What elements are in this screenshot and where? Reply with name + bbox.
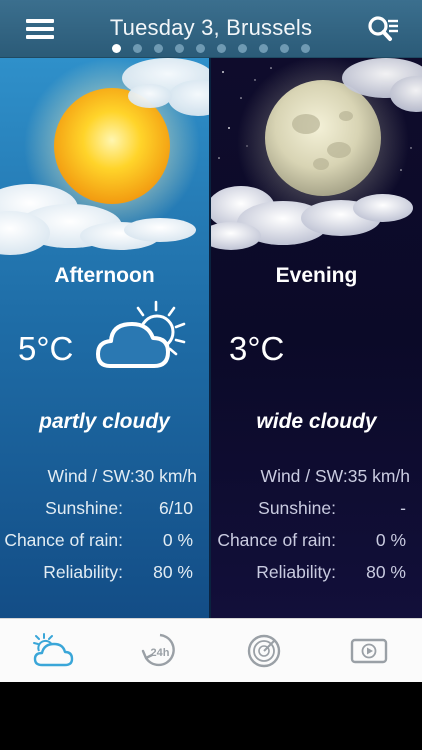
location-date-title: Tuesday 3, Brussels	[109, 15, 313, 40]
wind-text: Wind / SW:35 km/h	[260, 466, 410, 486]
tab-weather[interactable]	[30, 631, 76, 673]
24h-forecast-icon: 24h	[141, 633, 175, 667]
rain-label: Chance of rain:	[4, 530, 123, 550]
condition-text: partly cloudy	[39, 410, 170, 433]
hamburger-line	[26, 27, 54, 31]
menu-button[interactable]	[26, 17, 58, 41]
condition-text: wide cloudy	[256, 410, 377, 433]
page-dot[interactable]	[280, 44, 289, 53]
reliability-value: 80 %	[366, 562, 406, 582]
tab-radar[interactable]	[241, 631, 287, 673]
details-list: Wind / SW:35 km/h Sunshine: - Chance of …	[211, 466, 422, 594]
period-label: Afternoon	[54, 264, 155, 287]
page-dot[interactable]	[217, 44, 226, 53]
page-dot[interactable]	[133, 44, 142, 53]
sunshine-label: Sunshine:	[45, 498, 123, 518]
page-dot[interactable]	[196, 44, 205, 53]
period-label: Evening	[275, 264, 358, 287]
tab-24h-forecast[interactable]: 24h	[137, 631, 183, 673]
sunshine-row: Sunshine: -	[211, 498, 422, 530]
rain-label: Chance of rain:	[217, 530, 336, 550]
search-list-icon	[368, 16, 398, 41]
page-dot[interactable]	[238, 44, 247, 53]
sunshine-value: -	[400, 498, 406, 518]
page-dot[interactable]	[301, 44, 310, 53]
reliability-label: Reliability:	[43, 562, 123, 582]
page-dot[interactable]	[154, 44, 163, 53]
svg-text:24h: 24h	[151, 647, 170, 659]
hamburger-line	[26, 35, 54, 39]
bottom-tab-bar: 24h	[0, 618, 422, 682]
page-indicator[interactable]	[0, 44, 422, 53]
tab-video[interactable]	[346, 631, 392, 673]
radar-icon	[247, 634, 281, 668]
wind-row: Wind / SW:35 km/h	[211, 466, 422, 498]
partly-cloudy-icon	[96, 300, 186, 368]
weather-icon	[33, 633, 74, 667]
moon-clouds-illustration	[211, 58, 422, 250]
reliability-row: Reliability: 80 %	[211, 562, 422, 594]
page-dot[interactable]	[175, 44, 184, 53]
rain-value: 0 %	[375, 530, 406, 550]
details-list: Wind / SW:30 km/h Sunshine: 6/10 Chance …	[0, 466, 209, 594]
video-play-icon	[350, 638, 388, 664]
sunshine-row: Sunshine: 6/10	[0, 498, 209, 530]
page-dot[interactable]	[259, 44, 268, 53]
wind-row: Wind / SW:30 km/h	[0, 466, 209, 498]
sun-clouds-illustration	[0, 58, 209, 255]
search-list-button[interactable]	[366, 14, 400, 44]
evening-panel[interactable]: Evening 3°C wide cloudy Wind / SW:35 km/…	[211, 58, 422, 618]
rain-row: Chance of rain: 0 %	[0, 530, 209, 562]
sunshine-value: 6/10	[158, 498, 193, 518]
reliability-value: 80 %	[153, 562, 193, 582]
afternoon-panel[interactable]: Afternoon 5°C partly cloudy Wind / SW:30…	[0, 58, 209, 618]
sunshine-label: Sunshine:	[258, 498, 336, 518]
top-bar: Tuesday 3, Brussels	[0, 0, 422, 58]
page-dot[interactable]	[112, 44, 121, 53]
temperature: 3°C	[229, 330, 285, 367]
reliability-label: Reliability:	[256, 562, 336, 582]
wind-text: Wind / SW:30 km/h	[47, 466, 197, 486]
temperature: 5°C	[18, 330, 74, 367]
bottom-blank-area	[0, 682, 422, 750]
reliability-row: Reliability: 80 %	[0, 562, 209, 594]
rain-row: Chance of rain: 0 %	[211, 530, 422, 562]
hamburger-line	[26, 19, 54, 23]
rain-value: 0 %	[162, 530, 193, 550]
